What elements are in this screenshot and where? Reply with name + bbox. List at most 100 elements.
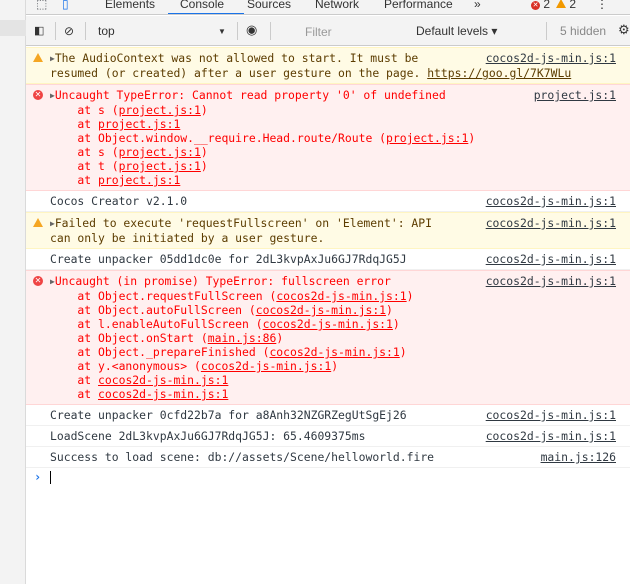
message-text-line: resumed (or created) after a user gestur…	[50, 66, 571, 80]
message-link[interactable]: https://goo.gl/7K7WLu	[427, 66, 571, 80]
message-text: Uncaught TypeError: Cannot read property…	[54, 88, 446, 102]
left-panel-selected-row	[0, 20, 26, 36]
stack-frame-link[interactable]: project.js:1	[119, 159, 201, 173]
message-text-line: LoadScene 2dL3kvpAxJu6GJ7RdqJG5J: 65.460…	[50, 429, 490, 443]
stack-frame-text: )	[200, 145, 208, 159]
message-text-line: ▶Uncaught (in promise) TypeError: fullsc…	[50, 274, 490, 289]
stack-frame-text: at	[50, 387, 99, 401]
tab-console[interactable]: Console	[180, 0, 224, 11]
stack-frame-text: at Object.window.__require.Head.route/Ro…	[50, 131, 387, 145]
error-count-badge[interactable]: ✕ 2	[531, 0, 550, 11]
console-prompt[interactable]: ›	[26, 468, 630, 488]
stack-frame-link[interactable]: cocos2d-js-min.js:1	[276, 289, 406, 303]
stack-frame: at Object.onStart (main.js:86)	[50, 331, 490, 345]
console-message-log: cocos2d-js-min.js:1 Create unpacker 05dd1…	[26, 249, 630, 270]
context-selector-value: top	[98, 24, 115, 38]
stack-frame-text: at s (	[50, 103, 119, 117]
stack-frame-text: at Object.requestFullScreen (	[50, 289, 277, 303]
warning-count-badge[interactable]: 2	[556, 0, 576, 11]
stack-frame: at Object.window.__require.Head.route/Ro…	[50, 131, 490, 145]
console-message-warn: cocos2d-js-min.js:1 ▶The AudioContext was…	[26, 47, 630, 84]
stack-frame-text: at	[50, 373, 99, 387]
active-tab-indicator	[168, 13, 244, 14]
warning-icon	[556, 0, 566, 8]
message-text-line: ▶Uncaught TypeError: Cannot read propert…	[50, 88, 490, 103]
stack-frame-link[interactable]: project.js:1	[119, 145, 201, 159]
stack-frame: at Object.autoFullScreen (cocos2d-js-min…	[50, 303, 490, 317]
toolbar-divider	[85, 22, 86, 40]
stack-frame-link[interactable]: project.js:1	[98, 117, 180, 131]
stack-frame: at cocos2d-js-min.js:1	[50, 387, 490, 401]
filter-input[interactable]	[305, 23, 425, 40]
tab-sources[interactable]: Sources	[247, 0, 291, 11]
stack-frame-text: )	[331, 359, 339, 373]
source-link[interactable]: main.js:126	[541, 450, 616, 464]
message-text: LoadScene 2dL3kvpAxJu6GJ7RdqJG5J: 65.460…	[50, 429, 366, 443]
stack-frame-link[interactable]: cocos2d-js-min.js:1	[256, 303, 386, 317]
context-selector[interactable]: top	[98, 24, 115, 38]
log-levels-dropdown[interactable]: Default levels ▾	[416, 24, 497, 38]
source-link[interactable]: cocos2d-js-min.js:1	[486, 429, 616, 443]
stack-frame-text: )	[392, 317, 400, 331]
source-link[interactable]: cocos2d-js-min.js:1	[486, 252, 616, 266]
warning-count: 2	[569, 0, 577, 11]
message-text-line: Create unpacker 0cfd22b7a for a8Anh32NZG…	[50, 408, 490, 422]
source-link[interactable]: cocos2d-js-min.js:1	[486, 51, 616, 65]
stack-frame-link[interactable]: cocos2d-js-min.js:1	[201, 359, 331, 373]
source-link[interactable]: cocos2d-js-min.js:1	[486, 408, 616, 422]
source-link[interactable]: cocos2d-js-min.js:1	[486, 216, 616, 230]
stack-frame-text: )	[200, 103, 208, 117]
message-text-line: ▶Failed to execute 'requestFullscreen' o…	[50, 216, 490, 231]
message-text: Success to load scene: db://assets/Scene…	[50, 450, 435, 464]
stack-frame: at project.js:1	[50, 173, 490, 187]
kebab-menu-icon[interactable]: ⋮	[596, 0, 608, 11]
source-link[interactable]: project.js:1	[534, 88, 616, 102]
prompt-chevron-icon: ›	[34, 470, 42, 484]
stack-frame-link[interactable]: cocos2d-js-min.js:1	[269, 345, 399, 359]
text-caret	[50, 471, 51, 484]
message-text: resumed (or created) after a user gestur…	[50, 66, 428, 80]
stack-frame-link[interactable]: project.js:1	[98, 173, 180, 187]
eye-icon[interactable]: ◉	[246, 22, 257, 38]
stack-frame: at y.<anonymous> (cocos2d-js-min.js:1)	[50, 359, 490, 373]
source-link[interactable]: cocos2d-js-min.js:1	[486, 274, 616, 288]
stack-frame-link[interactable]: cocos2d-js-min.js:1	[98, 387, 228, 401]
message-text-line: Cocos Creator v2.1.0	[50, 194, 490, 208]
message-text-line: Success to load scene: db://assets/Scene…	[50, 450, 490, 464]
stack-frame-link[interactable]: project.js:1	[386, 131, 468, 145]
clear-console-icon[interactable]: ⊘	[64, 24, 74, 38]
console-message-error: ✕ project.js:1 ▶Uncaught TypeError: Cannot…	[26, 84, 630, 191]
source-link[interactable]: cocos2d-js-min.js:1	[486, 194, 616, 208]
stack-frame-link[interactable]: cocos2d-js-min.js:1	[263, 317, 393, 331]
tab-network[interactable]: Network	[315, 0, 359, 11]
stack-frame-link[interactable]: main.js:86	[208, 331, 277, 345]
more-tabs-chevron-icon[interactable]: »	[474, 0, 481, 11]
tab-elements[interactable]: Elements	[105, 0, 155, 11]
stack-frame-text: )	[468, 131, 476, 145]
stack-frame-text: at Object.autoFullScreen (	[50, 303, 256, 317]
message-text-line: Create unpacker 05dd1dc0e for 2dL3kvpAxJ…	[50, 252, 490, 266]
tab-performance[interactable]: Performance	[384, 0, 453, 11]
device-toolbar-icon[interactable]: ▯	[62, 0, 69, 11]
console-message-log: main.js:126 Success to load scene: db://a…	[26, 447, 630, 468]
stack-frame-link[interactable]: cocos2d-js-min.js:1	[98, 373, 228, 387]
stack-frame-text: at Object._prepareFinished (	[50, 345, 270, 359]
toolbar-divider	[546, 22, 547, 40]
console-message-log: cocos2d-js-min.js:1 Create unpacker 0cfd2…	[26, 405, 630, 426]
stack-frame-text: at	[50, 117, 99, 131]
hidden-count: 5 hidden	[560, 24, 607, 38]
gear-icon[interactable]: ⚙	[618, 22, 630, 38]
stack-frame-link[interactable]: project.js:1	[119, 103, 201, 117]
inspect-element-icon[interactable]: ⬚	[36, 0, 47, 11]
message-text: Uncaught (in promise) TypeError: fullscr…	[54, 274, 391, 288]
stack-frame-text: at Object.onStart (	[50, 331, 208, 345]
message-text: The AudioContext was not allowed to star…	[54, 51, 419, 65]
message-text: Cocos Creator v2.1.0	[50, 194, 188, 208]
error-icon: ✕	[33, 276, 43, 286]
stack-frame-text: at y.<anonymous> (	[50, 359, 201, 373]
stack-frame-text: at s (	[50, 145, 119, 159]
sidebar-toggle-icon[interactable]: ◧	[34, 24, 44, 37]
console-toolbar: ◧ ⊘ top ▼ ◉ Default levels ▾ 5 hidden ⚙	[26, 16, 630, 46]
context-dropdown-icon[interactable]: ▼	[218, 27, 226, 36]
devtools-tabbar: ⬚ ▯ Elements Console Sources Network Per…	[26, 0, 630, 15]
